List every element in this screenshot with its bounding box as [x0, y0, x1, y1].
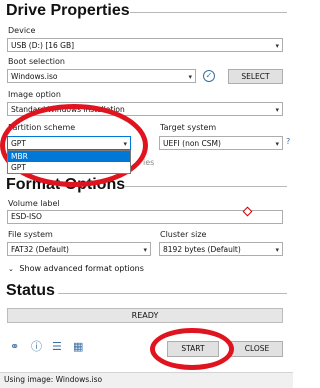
device-select[interactable]: USB (D:) [16 GB] ▾: [7, 38, 283, 52]
file-system-label: File system: [8, 230, 53, 239]
chevron-down-icon: ▾: [275, 140, 279, 148]
select-button[interactable]: SELECT: [228, 69, 283, 84]
cluster-size-value: 8192 bytes (Default): [163, 245, 241, 254]
file-system-value: FAT32 (Default): [11, 245, 69, 254]
boot-selection-label: Boot selection: [8, 57, 65, 66]
log-icon[interactable]: ▦: [73, 341, 83, 353]
target-system-value: UEFI (non CSM): [163, 139, 221, 148]
settings-icon[interactable]: ☰: [52, 341, 62, 353]
target-system-label: Target system: [160, 123, 217, 132]
target-system-select[interactable]: UEFI (non CSM) ▾: [159, 136, 283, 150]
section-divider: [130, 12, 287, 13]
dropdown-option-gpt[interactable]: GPT: [8, 162, 130, 173]
check-icon[interactable]: ✓: [203, 70, 215, 82]
device-label: Device: [8, 26, 36, 35]
chevron-down-icon: ▾: [275, 106, 279, 114]
progress-status-text: READY: [131, 311, 159, 320]
partition-scheme-dropdown: MBR GPT: [7, 150, 131, 174]
close-button[interactable]: CLOSE: [231, 341, 283, 357]
advanced-format-label: Show advanced format options: [19, 264, 144, 273]
chevron-down-icon: ▾: [275, 42, 279, 50]
boot-selection-value: Windows.iso: [11, 72, 58, 81]
volume-label-label: Volume label: [8, 199, 60, 208]
drive-properties-title: Drive Properties: [6, 2, 130, 19]
chevron-down-icon: ⌄: [8, 265, 14, 273]
status-title: Status: [6, 282, 55, 299]
boot-selection-select[interactable]: Windows.iso ▾: [7, 69, 196, 83]
globe-icon[interactable]: ⚭: [10, 341, 19, 353]
volume-label-input[interactable]: ESD-ISO: [7, 210, 283, 224]
device-value: USB (D:) [16 GB]: [11, 41, 75, 50]
chevron-down-icon: ▾: [188, 73, 192, 81]
info-icon[interactable]: ⓘ: [31, 341, 42, 353]
annotation-circle-partition: [0, 104, 148, 187]
dropdown-option-mbr[interactable]: MBR: [8, 151, 130, 162]
section-divider: [124, 186, 287, 187]
annotation-circle-start: [150, 328, 234, 370]
status-bar: Using image: Windows.iso: [0, 372, 293, 388]
file-system-select[interactable]: FAT32 (Default) ▾: [7, 242, 151, 256]
cluster-size-select[interactable]: 8192 bytes (Default) ▾: [159, 242, 283, 256]
status-bar-text: Using image: Windows.iso: [4, 375, 103, 384]
image-option-label: Image option: [8, 90, 61, 99]
advanced-format-toggle[interactable]: ⌄ Show advanced format options: [8, 264, 144, 273]
help-icon[interactable]: ?: [286, 137, 290, 146]
hidden-checkbox-label: ies: [143, 158, 155, 167]
cluster-size-label: Cluster size: [160, 230, 207, 239]
section-divider: [58, 293, 287, 294]
progress-bar: READY: [7, 308, 283, 323]
chevron-down-icon: ▾: [143, 246, 147, 254]
chevron-down-icon: ▾: [275, 246, 279, 254]
